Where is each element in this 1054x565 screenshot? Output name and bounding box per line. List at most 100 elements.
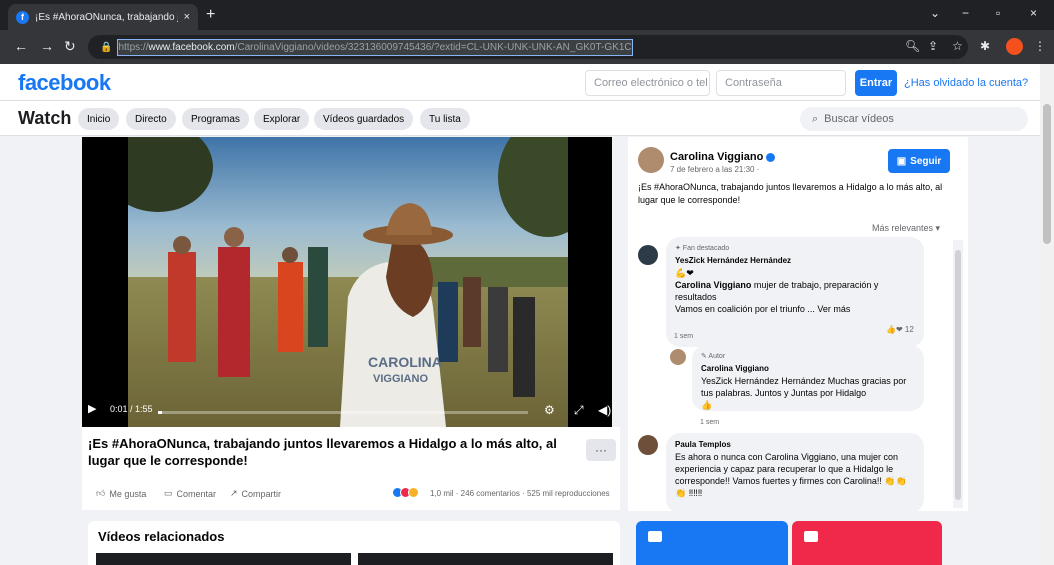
follow-button[interactable]: ▣ Seguir: [888, 149, 950, 173]
search-icon: ⌕: [812, 112, 819, 125]
comment-avatar[interactable]: [638, 435, 658, 455]
zoom-icon[interactable]: 🔍︎: [905, 39, 920, 53]
settings-gear-icon[interactable]: ⚙: [544, 403, 555, 417]
watch-card[interactable]: [636, 521, 788, 565]
tab-videos-guardados[interactable]: Vídeos guardados: [314, 108, 414, 130]
url-text: https://www.facebook.com/CarolinaViggian…: [117, 38, 633, 56]
author-avatar[interactable]: [638, 147, 664, 173]
video-player[interactable]: CAROLINA VIGGIANO: [82, 137, 612, 427]
tab-explorar[interactable]: Explorar: [254, 108, 310, 130]
comment-icon: ▭: [164, 488, 173, 498]
lock-icon: 🔒: [100, 41, 113, 53]
url-input[interactable]: 🔒 https://www.facebook.com/CarolinaViggi…: [88, 35, 968, 59]
post-date[interactable]: 7 de febrero a las 21:30 ·: [670, 165, 759, 174]
video-info: ¡Es #AhoraONunca, trabajando juntos llev…: [82, 427, 620, 510]
watch-nav: Watch Inicio Directo Programas Explorar …: [0, 101, 1040, 136]
back-icon[interactable]: ←: [14, 38, 28, 54]
comment-button[interactable]: ▭ Comentar: [164, 488, 216, 499]
svg-text:VIGGIANO: VIGGIANO: [373, 373, 428, 385]
post-text: ¡Es #AhoraONunca, trabajando juntos llev…: [638, 182, 943, 205]
profile-avatar[interactable]: [1006, 38, 1023, 55]
engagement-stats[interactable]: 1,0 mil · 246 comentarios · 525 mil repr…: [430, 489, 610, 498]
reply-avatar[interactable]: [670, 349, 686, 365]
related-video-thumbnail[interactable]: [96, 553, 351, 565]
facebook-logo[interactable]: facebook: [18, 70, 111, 96]
like-button[interactable]: 👍︎ Me gusta: [96, 488, 146, 499]
follow-label: Seguir: [910, 155, 942, 167]
comments-list: ✦ Fan destacado YesZick Hernández Hernán…: [628, 237, 958, 511]
video-frame: CAROLINA VIGGIANO: [128, 137, 568, 427]
page-scrollbar-thumb[interactable]: [1043, 104, 1051, 244]
fullscreen-icon[interactable]: ⤢: [574, 403, 584, 418]
share-button[interactable]: ↗ Compartir: [230, 488, 281, 499]
tab-tu-lista[interactable]: Tu lista: [420, 108, 470, 130]
comment-avatar[interactable]: [638, 245, 658, 265]
tab-programas[interactable]: Programas: [182, 108, 249, 130]
browser-tab-bar: f ¡Es #AhoraONunca, trabajando j × + ⌄ −…: [0, 0, 1054, 30]
video-title: ¡Es #AhoraONunca, trabajando juntos llev…: [88, 436, 557, 468]
video-icon: [648, 531, 662, 542]
comment-author[interactable]: Paula Templos: [675, 439, 915, 451]
related-video-thumbnail[interactable]: [358, 553, 613, 565]
reply-emoji: 👍: [701, 400, 713, 410]
tab-search-icon[interactable]: ⌄: [930, 6, 940, 20]
author-badge: ✎ Autor: [701, 353, 726, 360]
address-bar-row: ← → ↻ 🔒 https://www.facebook.com/Carolin…: [0, 30, 1054, 64]
reload-icon[interactable]: ↻: [64, 38, 76, 55]
minimize-icon[interactable]: −: [962, 6, 969, 20]
maximize-icon[interactable]: ▫: [996, 6, 1000, 20]
bookmark-star-icon[interactable]: ☆: [952, 39, 963, 53]
svg-text:CAROLINA: CAROLINA: [368, 354, 442, 370]
comments-scrollbar[interactable]: [953, 240, 963, 508]
forward-icon[interactable]: →: [40, 38, 54, 54]
comment-emoji: 💪❤: [675, 268, 694, 278]
related-videos-section: Vídeos relacionados: [88, 521, 620, 565]
watch-title: Watch: [18, 108, 72, 128]
menu-dots-icon[interactable]: ⋮: [1034, 39, 1046, 53]
follow-icon: ▣: [896, 155, 907, 167]
video-progress-bar[interactable]: [158, 411, 528, 414]
facebook-header: facebook Correo electrónico o tel Contra…: [0, 64, 1040, 101]
close-window-icon[interactable]: ×: [1030, 6, 1037, 20]
more-options-button[interactable]: ···: [586, 439, 616, 461]
reactions-icons[interactable]: [392, 487, 419, 498]
video-time: 0:01 / 1:55: [110, 404, 153, 414]
reply-author[interactable]: Carolina Viggiano: [701, 363, 915, 375]
comments-scrollbar-thumb[interactable]: [955, 250, 961, 500]
comment-reactions[interactable]: 👍❤ 12: [886, 325, 914, 334]
thumbs-up-icon: 👍︎: [96, 488, 106, 498]
comment-text-more[interactable]: Vamos en coalición por el triunfo ... Ve…: [675, 303, 915, 315]
comment-author[interactable]: YesZick Hernández Hernández: [675, 255, 915, 267]
share-icon[interactable]: ⇪: [928, 39, 938, 53]
new-tab-icon[interactable]: +: [206, 6, 215, 24]
reply-time[interactable]: 1 sem: [700, 419, 719, 426]
tab-inicio[interactable]: Inicio: [78, 108, 120, 130]
share-label: Compartir: [241, 488, 282, 499]
comment-text: Carolina Viggiano mujer de trabajo, prep…: [675, 280, 879, 302]
login-button[interactable]: Entrar: [855, 70, 897, 96]
extensions-icon[interactable]: ✱: [980, 39, 990, 53]
password-field[interactable]: Contraseña: [716, 70, 846, 96]
facebook-favicon-icon: f: [16, 10, 29, 24]
search-videos-input[interactable]: ⌕ Buscar vídeos: [800, 107, 1028, 131]
tab-directo[interactable]: Directo: [126, 108, 176, 130]
page-scrollbar[interactable]: [1040, 64, 1054, 565]
forgot-account-link[interactable]: ¿Has olvidado la cuenta?: [904, 77, 1028, 89]
verified-badge-icon: [766, 152, 776, 162]
search-videos-placeholder: Buscar vídeos: [824, 113, 894, 125]
related-videos-title: Vídeos relacionados: [98, 529, 225, 544]
browser-tab[interactable]: f ¡Es #AhoraONunca, trabajando j ×: [8, 4, 198, 30]
live-card[interactable]: [792, 521, 942, 565]
live-video-icon: [804, 531, 818, 542]
tab-title: ¡Es #AhoraONunca, trabajando j: [35, 11, 178, 23]
comment-label: Comentar: [176, 488, 217, 499]
comment-time[interactable]: 1 sem: [674, 333, 693, 340]
comment-sort-dropdown[interactable]: Más relevantes ▾: [872, 223, 940, 234]
volume-icon[interactable]: ◀): [598, 403, 611, 417]
email-field[interactable]: Correo electrónico o tel: [585, 70, 710, 96]
video-progress-fill: [158, 411, 162, 414]
top-fan-badge: ✦ Fan destacado: [675, 245, 730, 252]
tab-close-icon[interactable]: ×: [184, 11, 190, 23]
play-icon[interactable]: ▶: [88, 402, 96, 415]
author-name[interactable]: Carolina Viggiano: [670, 151, 776, 163]
